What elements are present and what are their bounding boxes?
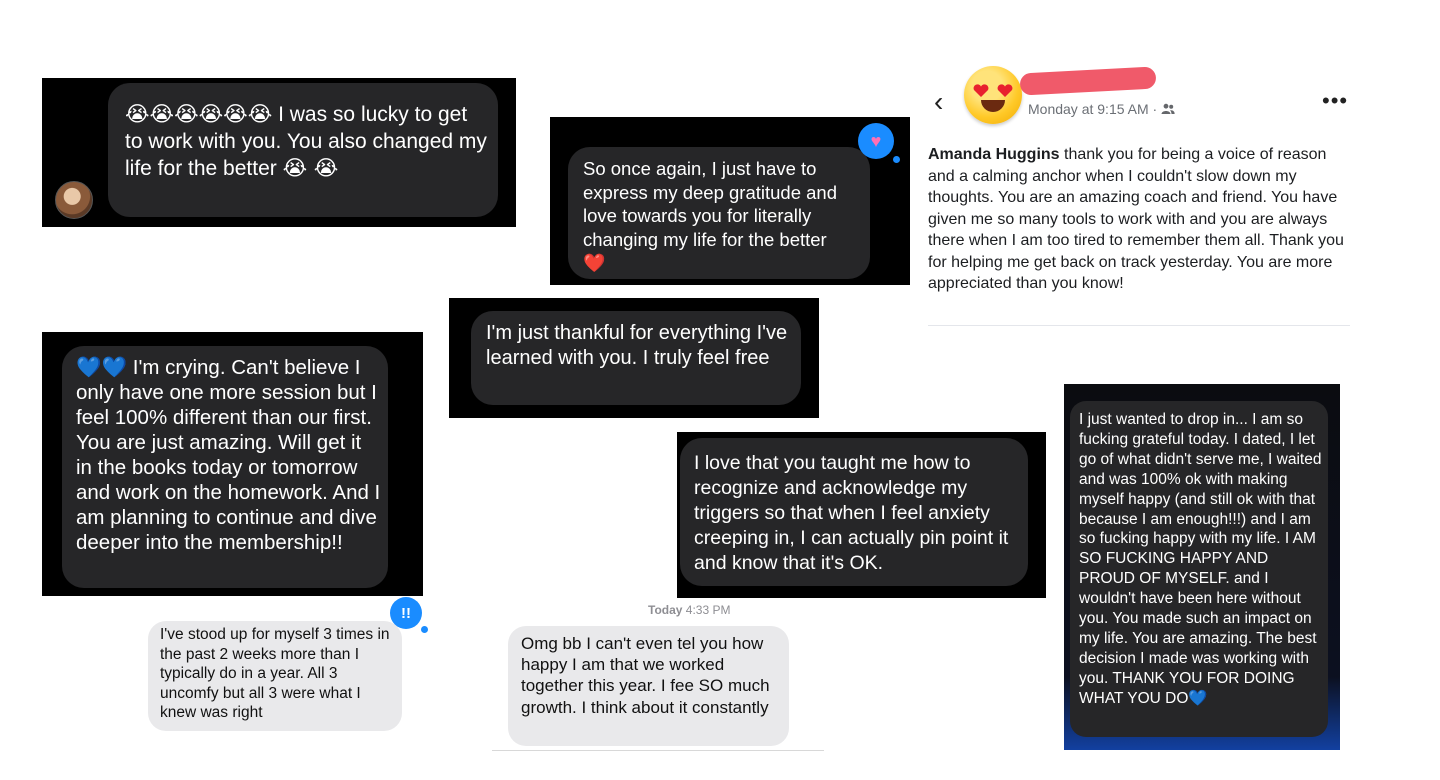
comment-text: thank you for being a voice of reason an… <box>928 146 1344 292</box>
message-card-8: I just wanted to drop in... I am so fuck… <box>1064 384 1340 750</box>
facebook-comment: ‹ Monday at 9:15 AM · ••• Amanda Huggins… <box>912 52 1360 332</box>
comment-body: Amanda Huggins thank you for being a voi… <box>928 144 1348 295</box>
post-timestamp: Monday at 9:15 AM · <box>1028 101 1175 117</box>
exclamation-reaction-icon: !! <box>390 597 428 633</box>
blue-heart-emoji-icon: 💙💙 <box>76 355 128 379</box>
message-text: Omg bb I can't even tel you how happy I … <box>521 634 775 717</box>
more-options-icon[interactable]: ••• <box>1322 88 1348 114</box>
back-chevron-icon[interactable]: ‹ <box>934 86 943 118</box>
message-bubble: So once again, I just have to express my… <box>568 147 870 279</box>
message-text: I just wanted to drop in... I am so fuck… <box>1079 411 1322 707</box>
message-text: I've stood up for myself 3 times in the … <box>160 626 394 722</box>
message-bubble: I've stood up for myself 3 times in the … <box>148 621 402 731</box>
friends-icon <box>1161 103 1175 114</box>
message-text: I'm crying. Can't believe I only have on… <box>76 356 381 554</box>
message-bubble: I love that you taught me how to recogni… <box>680 438 1028 586</box>
message-text: So once again, I just have to express my… <box>583 158 843 250</box>
mouth <box>981 100 1005 112</box>
heart-eyes-emoji-icon <box>964 66 1022 124</box>
comment-author[interactable]: Amanda Huggins <box>928 146 1060 163</box>
message-card-6: I've stood up for myself 3 times in the … <box>140 595 440 740</box>
message-bubble: I'm just thankful for everything I've le… <box>471 311 801 405</box>
message-bubble: Omg bb I can't even tel you how happy I … <box>508 626 789 746</box>
divider <box>928 325 1350 326</box>
message-card-4: 💙💙 I'm crying. Can't believe I only have… <box>42 332 423 596</box>
crying-emoji-icon: 😭 😭 <box>282 156 339 180</box>
message-text: I love that you taught me how to recogni… <box>694 452 1014 574</box>
message-card-3: I'm just thankful for everything I've le… <box>449 298 819 418</box>
redacted-name <box>1019 66 1157 96</box>
blue-heart-emoji-icon: 💙 <box>1188 688 1208 707</box>
message-card-7: Today 4:33 PM Omg bb I can't even tel yo… <box>492 600 824 751</box>
message-card-5: I love that you taught me how to recogni… <box>677 432 1046 598</box>
timestamp: Today 4:33 PM <box>648 603 731 617</box>
message-text: I'm just thankful for everything I've le… <box>486 322 793 369</box>
message-bubble: 😭😭😭😭😭😭 I was so lucky to get to work wit… <box>108 83 498 217</box>
message-bubble: I just wanted to drop in... I am so fuck… <box>1070 401 1328 737</box>
heart-emoji-icon: ❤️ <box>583 253 606 274</box>
heart-eye-icon <box>997 84 1013 97</box>
message-bubble: 💙💙 I'm crying. Can't believe I only have… <box>62 346 388 588</box>
heart-eye-icon <box>973 84 989 97</box>
crying-emoji-icon: 😭😭😭😭😭😭 <box>125 102 273 126</box>
heart-reaction-icon: ♥ <box>858 123 900 163</box>
message-card-2: So once again, I just have to express my… <box>550 117 910 285</box>
avatar <box>55 181 93 219</box>
message-card-1: 😭😭😭😭😭😭 I was so lucky to get to work wit… <box>42 78 516 227</box>
